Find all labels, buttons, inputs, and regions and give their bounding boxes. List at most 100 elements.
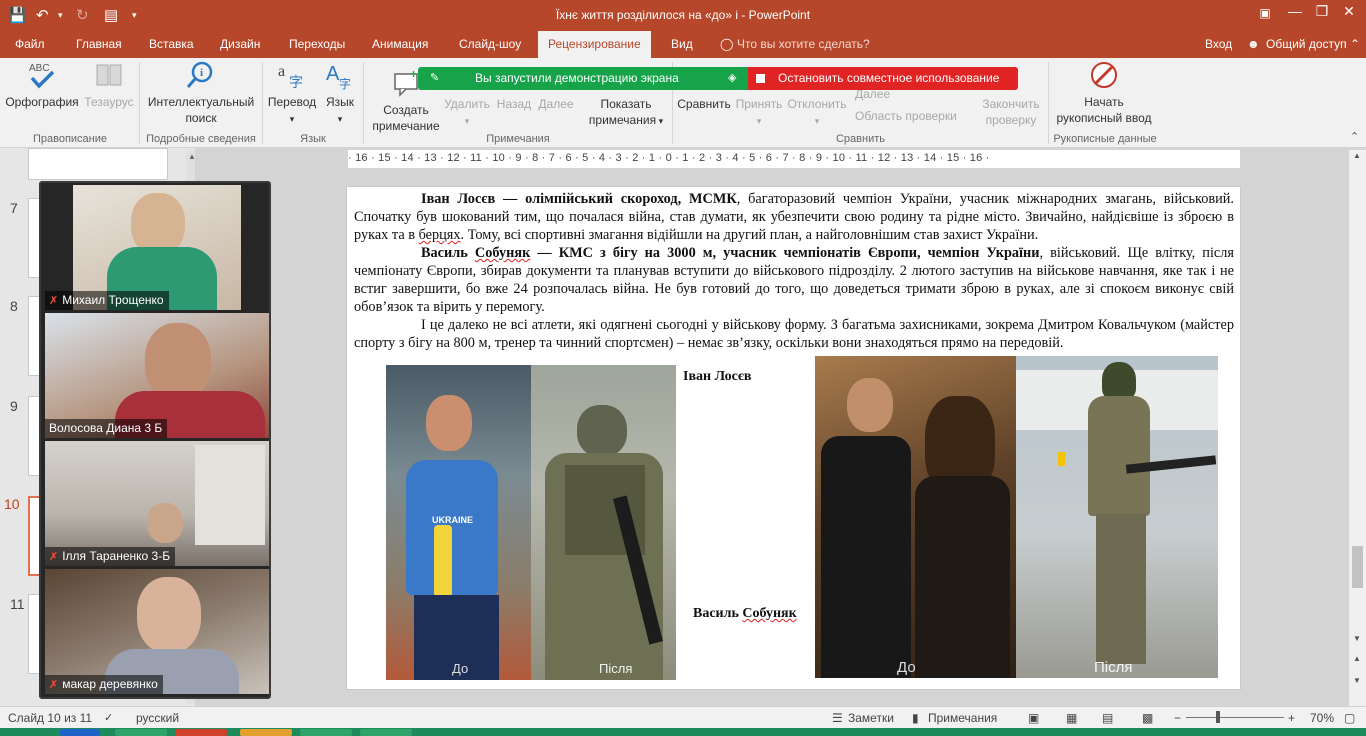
- minimize-button[interactable]: —: [1280, 3, 1310, 19]
- group-separator: [139, 62, 140, 144]
- horizontal-ruler: · 16 · 15 · 14 · 13 · 12 · 11 · 10 · 9 ·…: [348, 150, 1240, 168]
- taskbar-app[interactable]: [60, 729, 100, 736]
- group-label-comments: Примечания: [486, 133, 550, 145]
- runner-body: [821, 436, 911, 678]
- slide-text-box[interactable]: Іван Лосєв — олімпійський скороход, МСМК…: [354, 190, 1234, 352]
- slide-number: 11: [10, 596, 25, 612]
- show-comments-label-2: примечания: [588, 113, 657, 127]
- woman-body: [915, 476, 1010, 678]
- svg-text:i: i: [200, 67, 203, 79]
- svg-text:+: +: [410, 68, 417, 81]
- taskbar-app[interactable]: [360, 729, 412, 736]
- tab-view[interactable]: Вид: [671, 37, 693, 51]
- compare-button[interactable]: Сравнить: [676, 96, 732, 112]
- background-window: [195, 445, 265, 545]
- taskbar-app[interactable]: [240, 729, 292, 736]
- photo-losiev-before: UKRAINE До: [386, 365, 531, 680]
- lightbulb-icon: ◯: [720, 37, 734, 51]
- notes-button[interactable]: Заметки: [848, 711, 894, 725]
- soldier-legs: [1096, 514, 1146, 664]
- language-label: Язык: [325, 95, 355, 109]
- translate-icon: a字: [278, 63, 303, 90]
- group-label-ink: Рукописные данные: [1053, 133, 1157, 145]
- slideshow-view-icon[interactable]: ▩: [1142, 711, 1153, 725]
- tell-me-input[interactable]: Что вы хотите сделать?: [737, 37, 870, 51]
- accept-button: Принять ▾: [735, 97, 783, 126]
- compare-label: Сравнить: [677, 97, 731, 111]
- tab-review[interactable]: Рецензирование: [538, 31, 651, 58]
- normal-view-icon[interactable]: ▣: [1028, 711, 1039, 725]
- tab-design[interactable]: Дизайн: [220, 37, 260, 51]
- scroll-up-icon[interactable]: ▲: [188, 152, 196, 161]
- editor-scrollbar[interactable]: ▲ ▼ ▲ ▼: [1349, 150, 1366, 706]
- next-comment-button: Далее: [536, 96, 576, 112]
- collapse-ribbon-icon[interactable]: ⌃: [1350, 37, 1360, 51]
- stop-sharing-button[interactable]: Остановить совместное использование: [748, 67, 1018, 90]
- sobuniak-bold-2: — КМС з бігу на 3000 м, учасник чемпіона…: [530, 245, 1040, 261]
- next-label: Далее: [538, 97, 574, 111]
- paragraph-others: І це далеко не всі атлети, які одягнені …: [354, 317, 1234, 351]
- taskbar-app[interactable]: [300, 729, 352, 736]
- scroll-down-icon[interactable]: ▼: [1353, 634, 1361, 643]
- previous-slide-icon[interactable]: ▲: [1353, 654, 1361, 663]
- collapse-ribbon-arrow-icon[interactable]: ⌃: [1350, 130, 1359, 143]
- tab-home[interactable]: Главная: [76, 37, 122, 51]
- tab-insert[interactable]: Вставка: [149, 37, 194, 51]
- spellcheck-status-icon[interactable]: ✓: [104, 711, 113, 724]
- taskbar-app[interactable]: [175, 729, 227, 736]
- soldier-cap: [1102, 362, 1136, 400]
- share-button[interactable]: Общий доступ: [1266, 37, 1347, 51]
- caption-sobuniak-last: Собуняк: [742, 606, 797, 621]
- tab-file[interactable]: Файл: [15, 37, 45, 51]
- slide-number: 8: [10, 298, 18, 314]
- zoom-in-icon[interactable]: +: [1288, 711, 1295, 725]
- taskbar: [0, 728, 1366, 736]
- shield-icon: ◈: [728, 72, 737, 84]
- spelling-flag: Собуняк: [474, 245, 531, 261]
- next-slide-icon[interactable]: ▼: [1353, 676, 1361, 685]
- participant-tile[interactable]: ✗ Ілля Тараненко 3-Б: [45, 441, 269, 566]
- thesaurus-button: Тезаурус: [82, 60, 136, 110]
- ribbon-display-options-icon[interactable]: ▣: [1250, 6, 1280, 20]
- show-comments-button[interactable]: Показать примечания ▾: [584, 96, 668, 129]
- language-button[interactable]: A字 Язык ▾: [320, 60, 360, 127]
- tab-slideshow[interactable]: Слайд-шоу: [459, 37, 521, 51]
- close-button[interactable]: ✕: [1334, 3, 1364, 20]
- sign-in-link[interactable]: Вход: [1205, 37, 1232, 51]
- previous-comment-button: Назад: [494, 96, 534, 112]
- photo-sobuniak-after: Після: [1016, 356, 1218, 678]
- zoom-slider[interactable]: [1186, 717, 1284, 718]
- reject-label: Отклонить: [787, 97, 847, 111]
- spelling-button[interactable]: ABC Орфография: [4, 60, 80, 110]
- comments-button[interactable]: Примечания: [928, 711, 997, 725]
- restore-button[interactable]: ❐: [1307, 3, 1337, 20]
- fit-slide-icon[interactable]: ▢: [1344, 711, 1355, 725]
- end-review-label-2: проверку: [985, 113, 1037, 127]
- group-label-compare: Сравнить: [835, 133, 885, 145]
- zoom-level[interactable]: 70%: [1310, 711, 1334, 725]
- zoom-slider-thumb[interactable]: [1216, 711, 1220, 723]
- tab-animations[interactable]: Анимация: [372, 37, 428, 51]
- bottle: [434, 525, 452, 597]
- scrollbar-thumb[interactable]: [1352, 546, 1363, 588]
- smart-lookup-button[interactable]: i Интеллектуальный поиск: [142, 60, 260, 126]
- reviewing-pane-button: Область проверки: [855, 108, 975, 124]
- participant-tile[interactable]: ✗ макар деревянко: [45, 569, 269, 694]
- scroll-up-icon[interactable]: ▲: [1353, 151, 1361, 160]
- slide-thumbnail[interactable]: [28, 148, 168, 180]
- slide-sorter-icon[interactable]: ▦: [1066, 711, 1077, 725]
- language-status[interactable]: русский: [136, 711, 179, 725]
- start-inking-button[interactable]: Начать рукописный ввод: [1052, 60, 1156, 126]
- participant-tile[interactable]: ✗ Михаил Трощенко: [45, 185, 269, 310]
- window-title: Їхнє життя розділилося на «до» і - Power…: [555, 8, 811, 22]
- reading-view-icon[interactable]: ▤: [1102, 711, 1113, 725]
- mic-muted-icon: ✗: [49, 551, 59, 563]
- tab-transitions[interactable]: Переходы: [289, 37, 345, 51]
- child-face: [137, 577, 201, 653]
- group-label-proofing: Правописание: [32, 133, 108, 145]
- zoom-out-icon[interactable]: −: [1174, 711, 1181, 725]
- before-label: До: [452, 661, 469, 676]
- taskbar-app[interactable]: [115, 729, 167, 736]
- translate-button[interactable]: a字 Перевод ▾: [265, 60, 319, 127]
- participant-tile[interactable]: Волосова Диана 3 Б: [45, 313, 269, 438]
